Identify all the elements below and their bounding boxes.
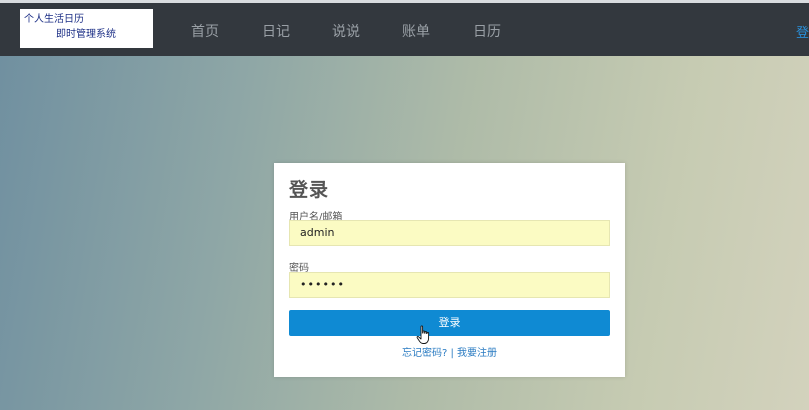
nav-login-link[interactable]: 登 [796, 22, 809, 41]
login-links: 忘记密码? | 我要注册 [274, 344, 625, 359]
password-input[interactable]: •••••• [289, 272, 610, 298]
hand-pointer-icon [416, 325, 430, 344]
nav-item-calendar[interactable]: 日历 [473, 21, 501, 41]
nav-item-posts[interactable]: 说说 [332, 21, 360, 41]
logo-line-2: 即时管理系统 [56, 29, 116, 40]
forgot-password-link[interactable]: 忘记密码? [402, 348, 447, 359]
username-input[interactable]: admin [289, 220, 610, 246]
top-navbar: 个人生活日历 即时管理系统 首页 日记 说说 账单 日历 登 [0, 3, 809, 56]
logo-line-1: 个人生活日历 [24, 14, 84, 25]
login-panel: 登录 用户名/邮箱 admin 密码 •••••• 登录 忘记密码? | 我要注… [274, 163, 625, 377]
register-link[interactable]: 我要注册 [457, 348, 497, 359]
nav-item-bills[interactable]: 账单 [402, 21, 430, 41]
site-logo[interactable]: 个人生活日历 即时管理系统 [20, 9, 153, 48]
nav-item-home[interactable]: 首页 [191, 21, 219, 41]
nav-item-diary[interactable]: 日记 [262, 21, 290, 41]
link-separator: | [450, 348, 454, 359]
login-title: 登录 [289, 179, 330, 201]
login-button[interactable]: 登录 [289, 310, 610, 336]
